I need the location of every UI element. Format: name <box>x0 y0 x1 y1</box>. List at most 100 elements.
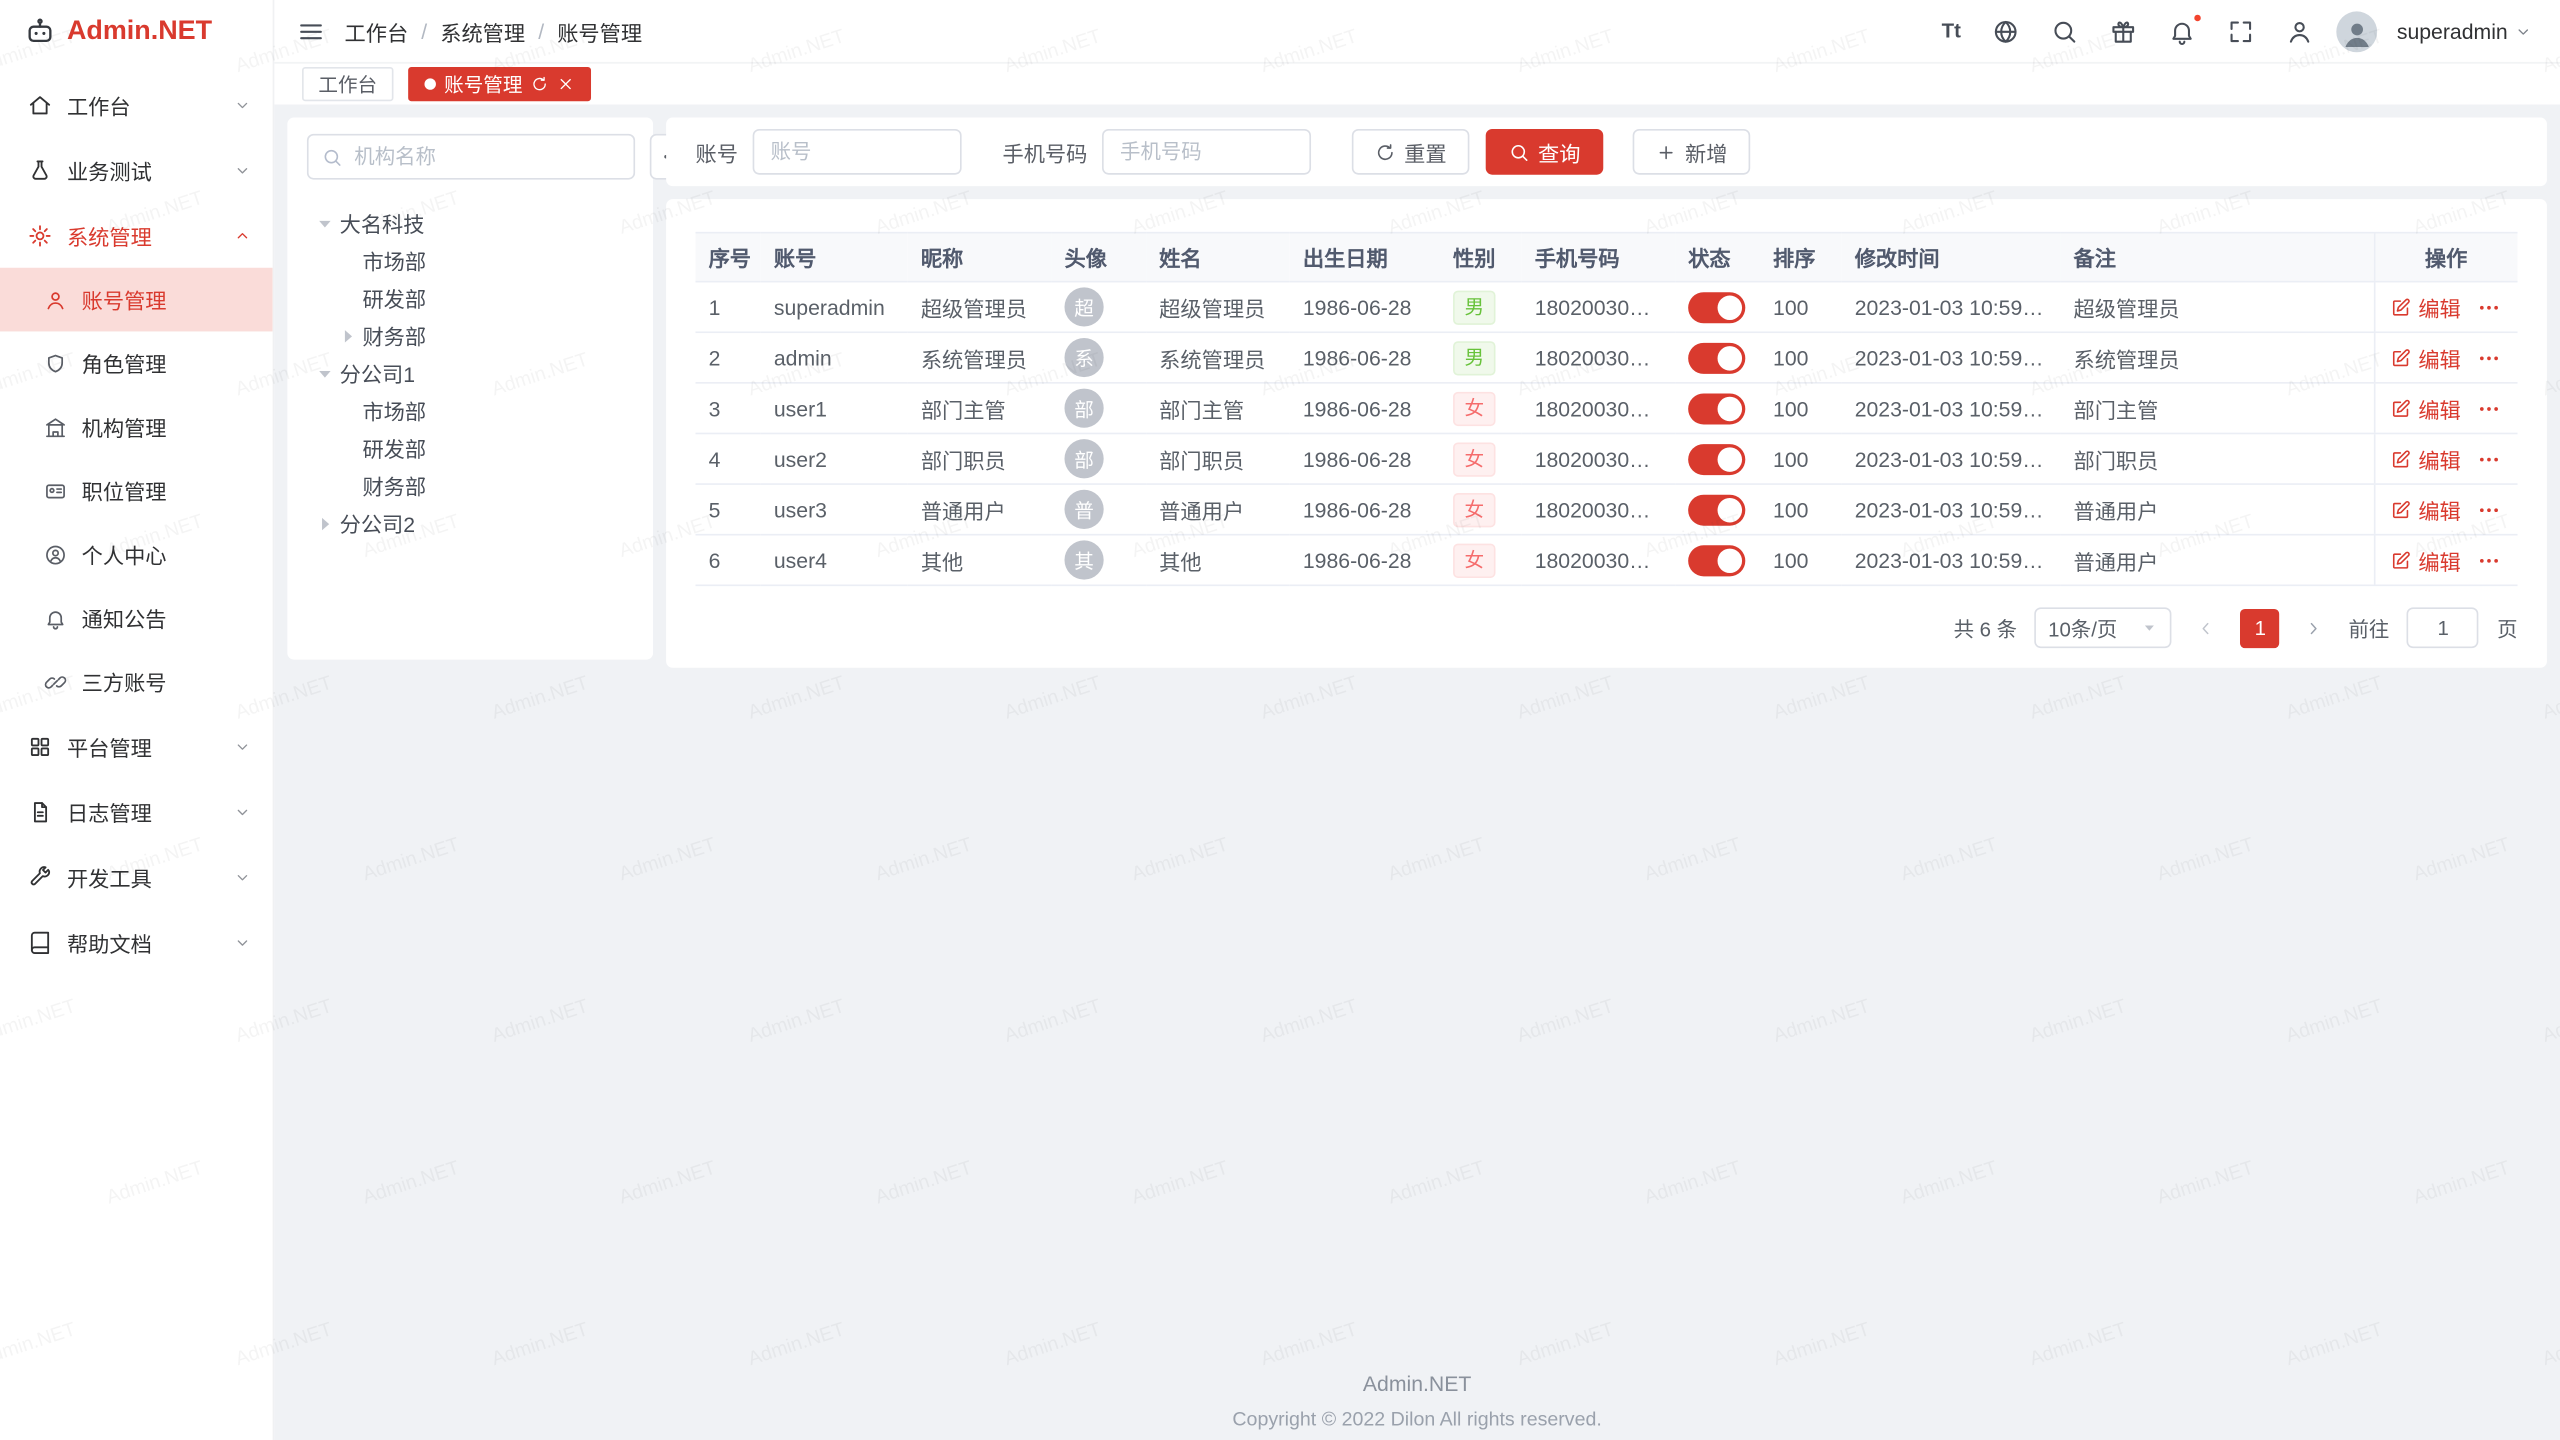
breadcrumb-item[interactable]: 账号管理 <box>557 16 642 47</box>
sidebar-subitem[interactable]: 职位管理 <box>0 459 273 523</box>
edit-button[interactable]: 编辑 <box>2391 291 2461 322</box>
user-menu[interactable]: superadmin <box>2397 19 2532 43</box>
sidebar-item-6[interactable]: 帮助文档 <box>0 909 273 974</box>
sidebar-subitem[interactable]: 个人中心 <box>0 522 273 586</box>
sidebar-subitem[interactable]: 机构管理 <box>0 395 273 459</box>
caret-down-icon[interactable] <box>313 211 336 234</box>
user-icon <box>44 288 67 311</box>
gender-badge: 女 <box>1453 442 1495 476</box>
ellipsis-icon[interactable] <box>2477 396 2501 420</box>
tree-node[interactable]: 分公司2 <box>307 504 634 542</box>
cell-sort: 100 <box>1760 383 1842 434</box>
page-size-select[interactable]: 10条/页 <box>2035 607 2172 648</box>
cell-name: 部门主管 <box>1146 383 1290 434</box>
caret-down-icon[interactable] <box>313 362 336 385</box>
sidebar-item-4[interactable]: 日志管理 <box>0 779 273 844</box>
sidebar-item-2[interactable]: 系统管理 <box>0 202 273 267</box>
caret-right-icon[interactable] <box>313 512 336 535</box>
status-toggle[interactable] <box>1688 443 1745 474</box>
edit-button[interactable]: 编辑 <box>2391 393 2461 424</box>
tree-node-label: 研发部 <box>362 433 426 464</box>
edit-button[interactable]: 编辑 <box>2391 544 2461 575</box>
cell-avatar: 部 <box>1051 383 1146 434</box>
sidebar-item-0[interactable]: 工作台 <box>0 72 273 137</box>
edit-button[interactable]: 编辑 <box>2391 494 2461 525</box>
status-toggle[interactable] <box>1688 393 1745 424</box>
phone-input[interactable] <box>1102 129 1311 175</box>
tools-icon <box>28 864 52 888</box>
sidebar-subitem[interactable]: 通知公告 <box>0 586 273 650</box>
edit-button[interactable]: 编辑 <box>2391 342 2461 373</box>
tab-1[interactable]: 账号管理 <box>408 67 591 101</box>
cell-nickname: 其他 <box>908 535 1052 586</box>
ellipsis-icon[interactable] <box>2477 295 2501 319</box>
notification-badge <box>2193 12 2203 22</box>
status-toggle[interactable] <box>1688 544 1745 575</box>
sidebar-item-5[interactable]: 开发工具 <box>0 844 273 909</box>
ellipsis-icon[interactable] <box>2477 447 2501 471</box>
cell-sort: 100 <box>1760 535 1842 586</box>
ellipsis-icon[interactable] <box>2477 497 2501 521</box>
status-toggle[interactable] <box>1688 291 1745 322</box>
ellipsis-icon[interactable] <box>2477 548 2501 572</box>
sidebar-subitem[interactable]: 账号管理 <box>0 268 273 332</box>
refresh-icon[interactable] <box>531 75 549 93</box>
gift-icon[interactable] <box>2109 17 2137 45</box>
close-icon[interactable] <box>557 75 575 93</box>
user-icon[interactable] <box>2286 17 2314 45</box>
column-header: 手机号码 <box>1522 233 1675 282</box>
cell-remark: 超级管理员 <box>2060 282 2373 333</box>
sidebar-item-1[interactable]: 业务测试 <box>0 137 273 202</box>
add-button[interactable]: 新增 <box>1633 129 1751 175</box>
tree-node[interactable]: 市场部 <box>307 242 634 280</box>
next-page-button[interactable] <box>2298 611 2331 644</box>
tree-node[interactable]: 研发部 <box>307 429 634 467</box>
search-button[interactable]: 查询 <box>1486 129 1604 175</box>
breadcrumb-item[interactable]: 工作台 <box>344 16 408 47</box>
status-toggle[interactable] <box>1688 342 1745 373</box>
breadcrumb-item[interactable]: 系统管理 <box>440 16 525 47</box>
org-search-input[interactable] <box>351 144 620 170</box>
cell-nickname: 普通用户 <box>908 484 1052 535</box>
grid-icon <box>28 734 52 758</box>
tree-node[interactable]: 研发部 <box>307 279 634 317</box>
cell-birthday: 1986-06-28 <box>1290 332 1440 383</box>
fullscreen-icon[interactable] <box>2227 17 2255 45</box>
account-input[interactable] <box>753 129 962 175</box>
table-row: 2admin系统管理员系系统管理员1986-06-28男180200307201… <box>696 332 2518 383</box>
tree-node[interactable]: 大名科技 <box>307 204 634 242</box>
org-tree-panel: 大名科技市场部研发部财务部分公司1市场部研发部财务部分公司2 <box>287 118 653 660</box>
hamburger-icon[interactable] <box>297 17 325 45</box>
caret-right-icon[interactable] <box>336 324 359 347</box>
ellipsis-icon[interactable] <box>2477 345 2501 369</box>
bell-icon[interactable] <box>2168 17 2196 45</box>
tab-0[interactable]: 工作台 <box>302 67 393 101</box>
edit-button[interactable]: 编辑 <box>2391 443 2461 474</box>
status-toggle[interactable] <box>1688 494 1745 525</box>
table-row: 1superadmin超级管理员超超级管理员1986-06-28男1802003… <box>696 282 2518 333</box>
tree-node[interactable]: 财务部 <box>307 317 634 355</box>
search-icon[interactable] <box>2051 17 2079 45</box>
sidebar-subitem[interactable]: 角色管理 <box>0 331 273 395</box>
cell-status <box>1675 484 1760 535</box>
column-header: 性别 <box>1440 233 1522 282</box>
font-size-icon[interactable]: Tt <box>1942 17 1961 45</box>
sidebar-item-3[interactable]: 平台管理 <box>0 713 273 778</box>
sidebar-subitem[interactable]: 三方账号 <box>0 650 273 714</box>
goto-page-input[interactable] <box>2407 607 2479 648</box>
edit-icon <box>2391 448 2412 469</box>
globe-icon[interactable] <box>1992 17 2020 45</box>
tree-node[interactable]: 分公司1 <box>307 354 634 392</box>
tree-node[interactable]: 市场部 <box>307 392 634 430</box>
cell-seq: 4 <box>696 433 761 484</box>
prev-page-button[interactable] <box>2190 611 2223 644</box>
page-number-1[interactable]: 1 <box>2241 608 2280 647</box>
avatar[interactable] <box>2336 11 2377 52</box>
row-avatar: 其 <box>1064 540 1103 579</box>
reset-button[interactable]: 重置 <box>1352 129 1470 175</box>
tree-node[interactable]: 财务部 <box>307 467 634 505</box>
cell-remark: 部门主管 <box>2060 383 2373 434</box>
tree-node-label: 市场部 <box>362 245 426 276</box>
cell-sort: 100 <box>1760 484 1842 535</box>
idcard-icon <box>44 479 67 502</box>
